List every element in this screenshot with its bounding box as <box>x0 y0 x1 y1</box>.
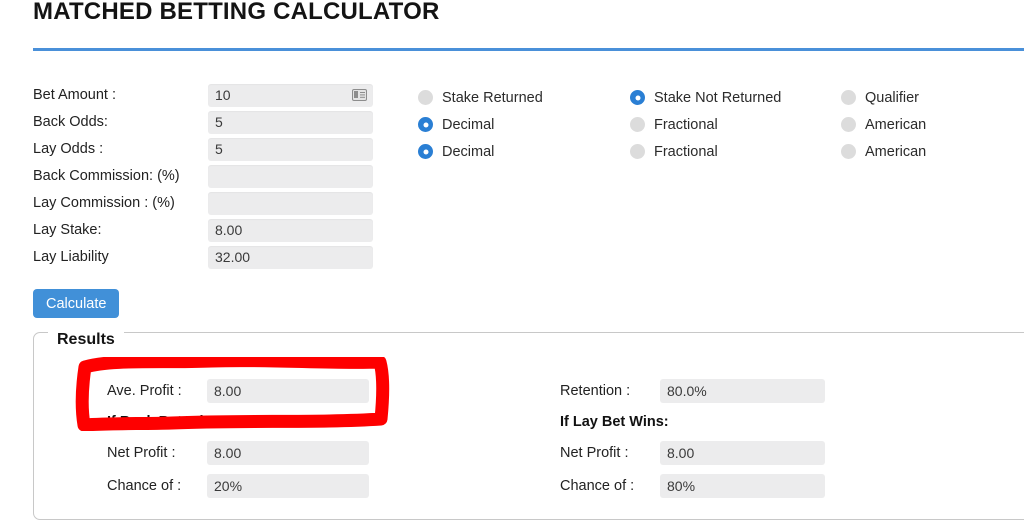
radio-option[interactable]: Stake Not Returned <box>630 90 841 106</box>
result-label: Net Profit : <box>107 444 176 461</box>
radio-unselected-icon[interactable] <box>841 90 856 105</box>
result-value-field[interactable]: 8.00 <box>207 378 369 403</box>
radio-option-label: Qualifier <box>865 89 919 106</box>
form-field-input[interactable]: 5 <box>208 110 373 134</box>
radio-option[interactable]: American <box>841 144 1021 160</box>
calculate-button[interactable]: Calculate <box>33 289 120 318</box>
result-value-field[interactable]: 80% <box>660 473 825 498</box>
form-row: Lay Stake: 8.00 <box>33 217 378 243</box>
radio-option[interactable]: American <box>841 117 1021 133</box>
radio-option[interactable]: Fractional <box>630 144 841 160</box>
radio-option-label: American <box>865 143 927 160</box>
form-field-label: Lay Liability <box>33 249 109 265</box>
form-field-value: 10 <box>215 87 231 103</box>
radio-option-label: Fractional <box>654 143 718 160</box>
result-row: Net Profit : 8.00 <box>560 436 825 469</box>
radio-unselected-icon[interactable] <box>630 144 645 159</box>
radio-option-label: Decimal <box>442 143 495 160</box>
form-field-input[interactable]: 8.00 <box>208 218 373 242</box>
radio-option-label: Stake Not Returned <box>654 89 782 106</box>
result-label: Retention : <box>560 382 631 399</box>
radio-selected-icon[interactable] <box>630 90 645 105</box>
results-back-bet-column: Ave. Profit : 8.00 If Back Bet Wins: Net Pr… <box>107 374 369 502</box>
form-field-value: 5 <box>215 114 223 130</box>
result-row: Ave. Profit : 8.00 <box>107 374 369 407</box>
result-label: Chance of : <box>107 477 182 494</box>
radio-unselected-icon[interactable] <box>418 90 433 105</box>
form-row: Lay Liability 32.00 <box>33 244 378 270</box>
result-section-heading: If Back Bet Wins: <box>107 413 226 430</box>
form-field-label: Lay Odds : <box>33 141 104 157</box>
result-row: Chance of : 20% <box>107 469 369 502</box>
result-section-heading: If Lay Bet Wins: <box>560 413 669 430</box>
result-row: Net Profit : 8.00 <box>107 436 369 469</box>
radio-option-label: American <box>865 116 927 133</box>
radio-option[interactable]: Decimal <box>418 117 630 133</box>
radio-option-label: Fractional <box>654 116 718 133</box>
result-label: Net Profit : <box>560 444 629 461</box>
result-value-field[interactable]: 8.00 <box>660 440 825 465</box>
radio-option[interactable]: Fractional <box>630 117 841 133</box>
bet-input-form: Bet Amount :10 Back Odds: 5 Lay Odds :5 Back… <box>33 82 378 271</box>
form-row: Lay Odds : 5 <box>33 136 378 162</box>
form-field-input[interactable] <box>208 191 373 215</box>
results-lay-bet-column: Retention : 80.0% If Lay Bet Wins: Net Prof… <box>560 374 825 502</box>
radio-unselected-icon[interactable] <box>841 117 856 132</box>
form-field-label: Lay Stake: <box>33 222 102 238</box>
form-row: Back Commission: (%) <box>33 163 378 189</box>
form-field-label: Bet Amount : <box>33 87 117 103</box>
radio-option[interactable]: Stake Returned <box>418 90 630 106</box>
form-field-input[interactable]: 5 <box>208 137 373 161</box>
form-row: Back Odds: 5 <box>33 109 378 135</box>
form-field-value: 5 <box>215 141 223 157</box>
form-field-label: Back Commission: (%) <box>33 168 180 184</box>
page-title: MATCHED BETTING CALCULATOR <box>33 0 440 25</box>
radio-option[interactable]: Qualifier <box>841 90 1021 106</box>
radio-selected-icon[interactable] <box>418 144 433 159</box>
radio-group-lay-odds-format: Decimal Fractional American <box>418 138 1024 165</box>
form-field-input[interactable]: 10 <box>208 83 373 107</box>
autofill-contact-card-icon[interactable] <box>352 89 367 101</box>
radio-unselected-icon[interactable] <box>630 117 645 132</box>
form-row: Lay Commission : (%) <box>33 190 378 216</box>
radio-option-label: Stake Returned <box>442 89 543 106</box>
result-value-field[interactable]: 20% <box>207 473 369 498</box>
form-field-label: Back Odds: <box>33 114 108 130</box>
radio-selected-icon[interactable] <box>418 117 433 132</box>
form-field-value: 8.00 <box>215 222 243 238</box>
radio-unselected-icon[interactable] <box>841 144 856 159</box>
result-label: Chance of : <box>560 477 635 494</box>
results-legend: Results <box>48 330 124 350</box>
options-radio-grid: Stake Returned Stake Not Returned Qualifie… <box>418 84 1024 165</box>
form-field-input[interactable]: 32.00 <box>208 245 373 269</box>
form-field-label: Lay Commission : (%) <box>33 195 175 211</box>
result-value-field[interactable]: 8.00 <box>207 440 369 465</box>
radio-option[interactable]: Decimal <box>418 144 630 160</box>
radio-option-label: Decimal <box>442 116 495 133</box>
radio-group-back-odds-format: Decimal Fractional American <box>418 111 1024 138</box>
result-label: Ave. Profit : <box>107 382 182 399</box>
form-field-input[interactable] <box>208 164 373 188</box>
radio-group-stake-return-mode: Stake Returned Stake Not Returned Qualifie… <box>418 84 1024 111</box>
result-row: Retention : 80.0% <box>560 374 825 407</box>
result-value-field[interactable]: 80.0% <box>660 378 825 403</box>
form-row: Bet Amount : 10 <box>33 82 378 108</box>
title-divider <box>33 48 1024 51</box>
result-row: Chance of : 80% <box>560 469 825 502</box>
form-field-value: 32.00 <box>215 249 251 265</box>
